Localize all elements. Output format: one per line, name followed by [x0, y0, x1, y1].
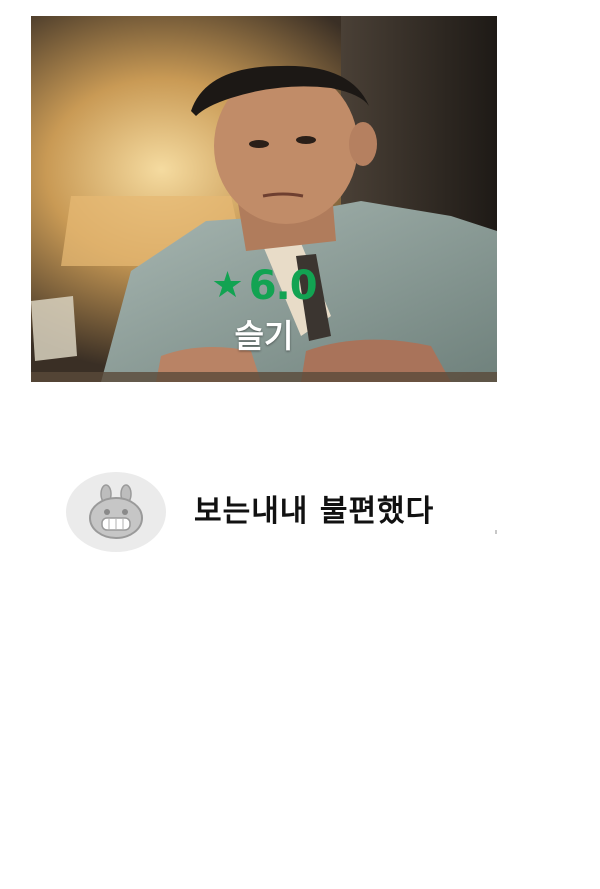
rating-score: ★ 6.0 — [31, 264, 497, 308]
rating-value: 6.0 — [248, 263, 318, 309]
bunny-avatar-icon — [89, 484, 143, 539]
divider-dot — [495, 530, 497, 534]
avatar[interactable] — [66, 472, 166, 552]
character-name: 슬기 — [234, 317, 294, 355]
comment-text: 보는내내 불편했다 — [194, 494, 435, 529]
star-icon: ★ — [211, 265, 243, 306]
comment-item[interactable]: 보는내내 불편했다 — [66, 472, 506, 552]
character-photo-card[interactable]: ★ 6.0 슬기 — [31, 16, 497, 382]
